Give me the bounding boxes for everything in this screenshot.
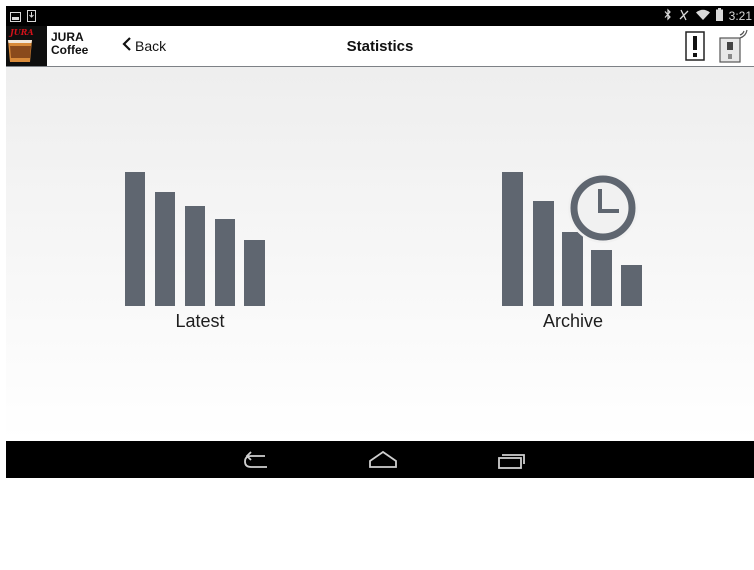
download-icon [27, 9, 36, 27]
content-area: Latest Archive [6, 67, 754, 441]
alert-icon [685, 31, 705, 65]
home-nav-icon [363, 450, 403, 477]
recents-nav-icon [491, 454, 531, 477]
alert-button[interactable] [685, 31, 705, 61]
back-nav-button[interactable] [237, 447, 277, 473]
back-nav-icon [237, 451, 277, 477]
app-bar: JURA JURA Coffee Back Statistics [6, 26, 754, 67]
tablet-screen: 3:21 JURA JURA Coffee Back Statistics La… [6, 6, 754, 478]
coffee-machine-icon [718, 29, 748, 68]
page-title: Statistics [346, 38, 414, 55]
wifi-icon [695, 9, 710, 23]
bluetooth-icon [664, 8, 672, 24]
coffee-machine-button[interactable] [718, 29, 748, 64]
svg-text:JURA: JURA [8, 27, 34, 37]
archive-label: Archive [542, 311, 604, 331]
status-time: 3:21 [728, 9, 752, 23]
recents-nav-button[interactable] [491, 447, 531, 473]
archive-tile[interactable]: Archive [488, 167, 658, 337]
latest-tile[interactable]: Latest [110, 167, 290, 337]
latest-label: Latest [175, 311, 225, 331]
status-bar: 3:21 [6, 6, 754, 26]
battery-icon [715, 8, 723, 24]
screenshot-icon [10, 9, 21, 27]
home-nav-button[interactable] [363, 447, 403, 473]
navigation-bar [6, 441, 754, 478]
mute-icon [678, 8, 690, 24]
